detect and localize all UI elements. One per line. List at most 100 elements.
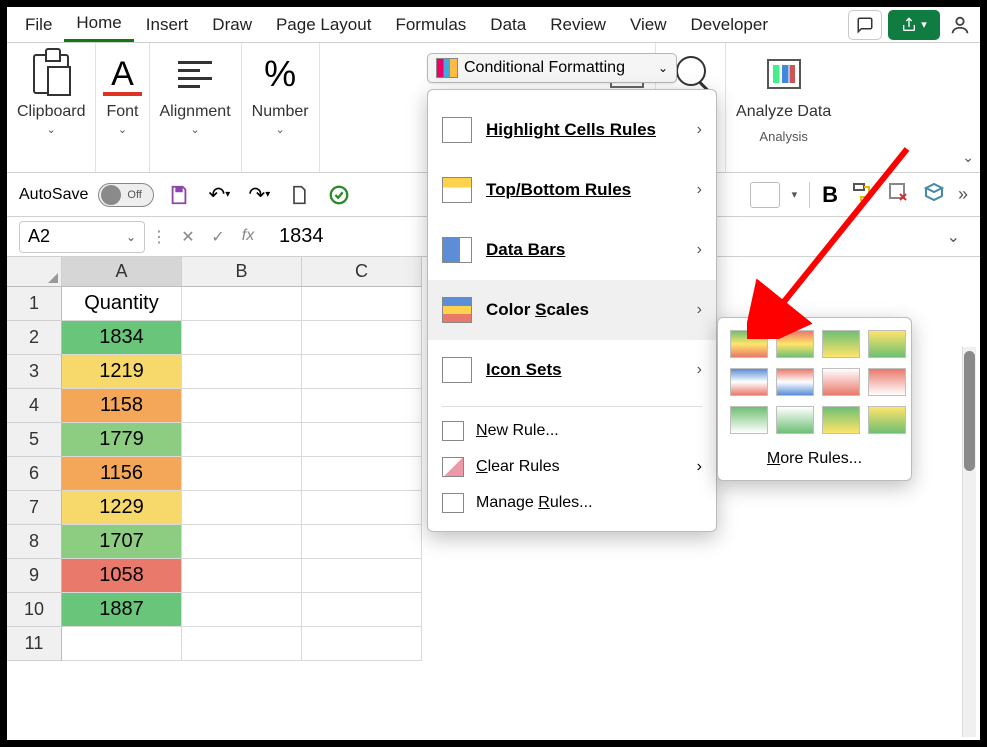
cell[interactable]	[182, 457, 302, 491]
more-commands[interactable]: »	[958, 184, 968, 205]
cf-highlight-rules[interactable]: Highlight Cells Rules ›	[428, 100, 716, 160]
group-alignment[interactable]: Alignment ⌄	[150, 43, 242, 172]
cf-color-scales[interactable]: Color Scales ›	[428, 280, 716, 340]
cf-data-bars[interactable]: Data Bars ›	[428, 220, 716, 280]
fx-icon[interactable]: fx	[235, 227, 261, 247]
tab-developer[interactable]: Developer	[679, 9, 781, 41]
cell[interactable]	[302, 525, 422, 559]
column-header-b[interactable]: B	[182, 257, 302, 287]
cf-top-bottom-rules[interactable]: Top/Bottom Rules ›	[428, 160, 716, 220]
addins-button[interactable]	[922, 180, 946, 209]
format-painter-button[interactable]	[850, 180, 874, 209]
select-all-corner[interactable]	[7, 257, 62, 287]
cell[interactable]	[62, 627, 182, 661]
color-scale-option[interactable]	[730, 368, 768, 396]
cell[interactable]	[182, 559, 302, 593]
cell[interactable]	[182, 287, 302, 321]
collapse-ribbon-icon[interactable]: ⌄	[962, 149, 974, 166]
conditional-formatting-button[interactable]: Conditional Formatting ⌄	[427, 53, 677, 83]
cell[interactable]	[302, 355, 422, 389]
row-header[interactable]: 7	[7, 491, 62, 525]
column-header-c[interactable]: C	[302, 257, 422, 287]
share-button[interactable]: ▾	[888, 10, 940, 40]
cell[interactable]: 1707	[62, 525, 182, 559]
cell[interactable]	[302, 321, 422, 355]
row-header[interactable]: 5	[7, 423, 62, 457]
cell[interactable]: 1834	[62, 321, 182, 355]
tab-review[interactable]: Review	[538, 9, 618, 41]
cell[interactable]	[302, 423, 422, 457]
cf-icon-sets[interactable]: Icon Sets ›	[428, 340, 716, 400]
tab-draw[interactable]: Draw	[200, 9, 264, 41]
cell[interactable]	[302, 559, 422, 593]
cell[interactable]	[302, 491, 422, 525]
group-analyze[interactable]: Analyze Data Analysis	[726, 43, 841, 172]
row-header[interactable]: 2	[7, 321, 62, 355]
tab-formulas[interactable]: Formulas	[383, 9, 478, 41]
group-clipboard[interactable]: Clipboard ⌄	[7, 43, 96, 172]
color-scale-option[interactable]	[776, 330, 814, 358]
color-scale-option[interactable]	[730, 330, 768, 358]
cell[interactable]	[182, 525, 302, 559]
cell[interactable]	[182, 627, 302, 661]
cell[interactable]	[182, 389, 302, 423]
cell[interactable]: 1887	[62, 593, 182, 627]
vertical-scrollbar[interactable]	[962, 347, 976, 737]
column-header-a[interactable]: A	[62, 257, 182, 287]
cell[interactable]: Quantity	[62, 287, 182, 321]
cell[interactable]	[182, 423, 302, 457]
tab-view[interactable]: View	[618, 9, 679, 41]
color-scale-option[interactable]	[868, 406, 906, 434]
cell[interactable]	[182, 355, 302, 389]
color-scale-option[interactable]	[868, 330, 906, 358]
cell[interactable]	[182, 321, 302, 355]
cell[interactable]: 1219	[62, 355, 182, 389]
tab-data[interactable]: Data	[478, 9, 538, 41]
row-header[interactable]: 6	[7, 457, 62, 491]
row-header[interactable]: 8	[7, 525, 62, 559]
cell[interactable]: 1156	[62, 457, 182, 491]
cell[interactable]	[182, 593, 302, 627]
comments-button[interactable]	[848, 10, 882, 40]
name-box[interactable]: A2 ⌄	[19, 221, 145, 253]
redo-button[interactable]: ↷▾	[244, 180, 274, 210]
bold-button[interactable]: B	[822, 182, 838, 208]
row-header[interactable]: 10	[7, 593, 62, 627]
enter-formula-icon[interactable]: ✓	[205, 227, 231, 247]
cell[interactable]	[302, 457, 422, 491]
color-scale-option[interactable]	[822, 368, 860, 396]
delete-sheet-button[interactable]	[886, 180, 910, 209]
color-scale-option[interactable]	[730, 406, 768, 434]
cell[interactable]: 1779	[62, 423, 182, 457]
save-button[interactable]	[164, 180, 194, 210]
cf-new-rule[interactable]: New Rule...	[428, 413, 716, 449]
cancel-formula-icon[interactable]: ✕	[175, 227, 201, 247]
autosave-toggle[interactable]: Off	[98, 183, 154, 207]
cell[interactable]	[302, 287, 422, 321]
group-font[interactable]: A Font ⌄	[96, 43, 149, 172]
tab-file[interactable]: File	[13, 9, 64, 41]
color-scale-option[interactable]	[776, 406, 814, 434]
row-header[interactable]: 9	[7, 559, 62, 593]
account-icon[interactable]	[946, 11, 974, 39]
cell[interactable]	[302, 593, 422, 627]
cell[interactable]: 1058	[62, 559, 182, 593]
tab-page-layout[interactable]: Page Layout	[264, 9, 383, 41]
cell[interactable]	[302, 627, 422, 661]
row-header[interactable]: 3	[7, 355, 62, 389]
color-scale-option[interactable]	[822, 406, 860, 434]
group-number[interactable]: % Number ⌄	[242, 43, 320, 172]
expand-formula-bar[interactable]: ⌄	[947, 227, 960, 247]
cell[interactable]	[302, 389, 422, 423]
cell[interactable]: 1158	[62, 389, 182, 423]
check-button[interactable]	[324, 180, 354, 210]
tab-home[interactable]: Home	[64, 7, 133, 42]
color-scale-option[interactable]	[822, 330, 860, 358]
style-dropdown[interactable]	[750, 182, 780, 208]
undo-button[interactable]: ↶▾	[204, 180, 234, 210]
tab-insert[interactable]: Insert	[134, 9, 201, 41]
row-header[interactable]: 1	[7, 287, 62, 321]
row-header[interactable]: 11	[7, 627, 62, 661]
cf-clear-rules[interactable]: Clear Rules ›	[428, 449, 716, 485]
cf-manage-rules[interactable]: Manage Rules...	[428, 485, 716, 521]
